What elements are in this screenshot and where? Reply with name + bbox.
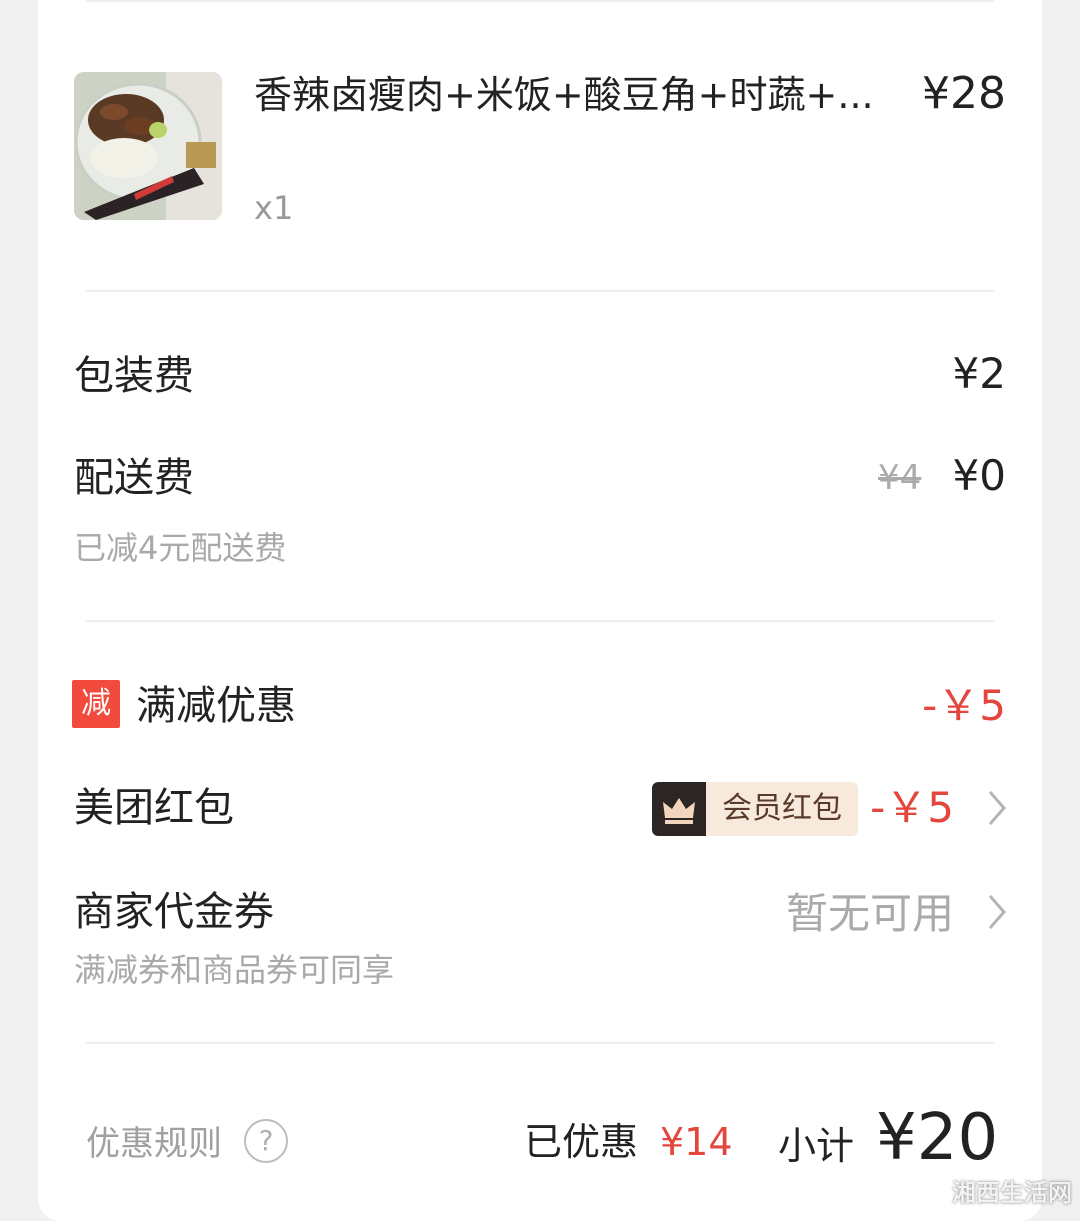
discount-rules-link[interactable]: 优惠规则 [86, 1122, 222, 1166]
member-hongbao-tag[interactable]: 会员红包 [652, 782, 858, 836]
product-quantity: x1 [254, 189, 294, 227]
delivery-fee-value: ¥0 [952, 451, 1006, 500]
delivery-fee-note: 已减4元配送费 [74, 529, 287, 567]
divider [86, 290, 994, 292]
help-icon[interactable]: ? [244, 1119, 288, 1163]
subtotal-label: 小计 [778, 1124, 855, 1168]
delivery-fee-label: 配送费 [74, 455, 194, 501]
chevron-right-icon[interactable] [986, 788, 1008, 828]
product-price: ¥28 [922, 68, 1006, 119]
packaging-fee-label: 包装费 [74, 353, 194, 399]
merchant-voucher-note: 满减券和商品券可同享 [74, 951, 395, 989]
member-hongbao-text: 会员红包 [722, 791, 842, 826]
chevron-right-icon[interactable] [986, 892, 1008, 932]
divider [86, 1042, 994, 1044]
delivery-fee-original: ¥4 [878, 458, 922, 498]
meituan-hongbao-label: 美团红包 [74, 785, 234, 831]
food-photo-icon [74, 72, 222, 220]
site-watermark: 湘西生活网 [952, 1179, 1072, 1207]
full-reduction-value: -￥5 [922, 681, 1006, 730]
subtotal-value: ¥20 [876, 1101, 999, 1175]
discounted-value: ¥14 [660, 1120, 733, 1164]
discounted-label: 已优惠 [524, 1120, 639, 1164]
divider [86, 620, 994, 622]
merchant-voucher-label: 商家代金券 [74, 889, 274, 935]
reduction-badge: 减 [72, 680, 120, 728]
product-name: 香辣卤瘦肉+米饭+酸豆角+时蔬+... [254, 73, 874, 117]
full-reduction-label: 满减优惠 [136, 683, 296, 729]
merchant-voucher-value[interactable]: 暂无可用 [786, 890, 954, 938]
order-summary-card: 香辣卤瘦肉+米饭+酸豆角+时蔬+... ¥28 x1 包装费 ¥2 配送费 ¥4… [38, 0, 1042, 1221]
packaging-fee-value: ¥2 [952, 349, 1006, 398]
crown-icon [652, 782, 706, 836]
meituan-hongbao-value[interactable]: -￥5 [870, 784, 954, 832]
product-thumbnail[interactable] [74, 72, 222, 220]
divider [86, 0, 994, 2]
